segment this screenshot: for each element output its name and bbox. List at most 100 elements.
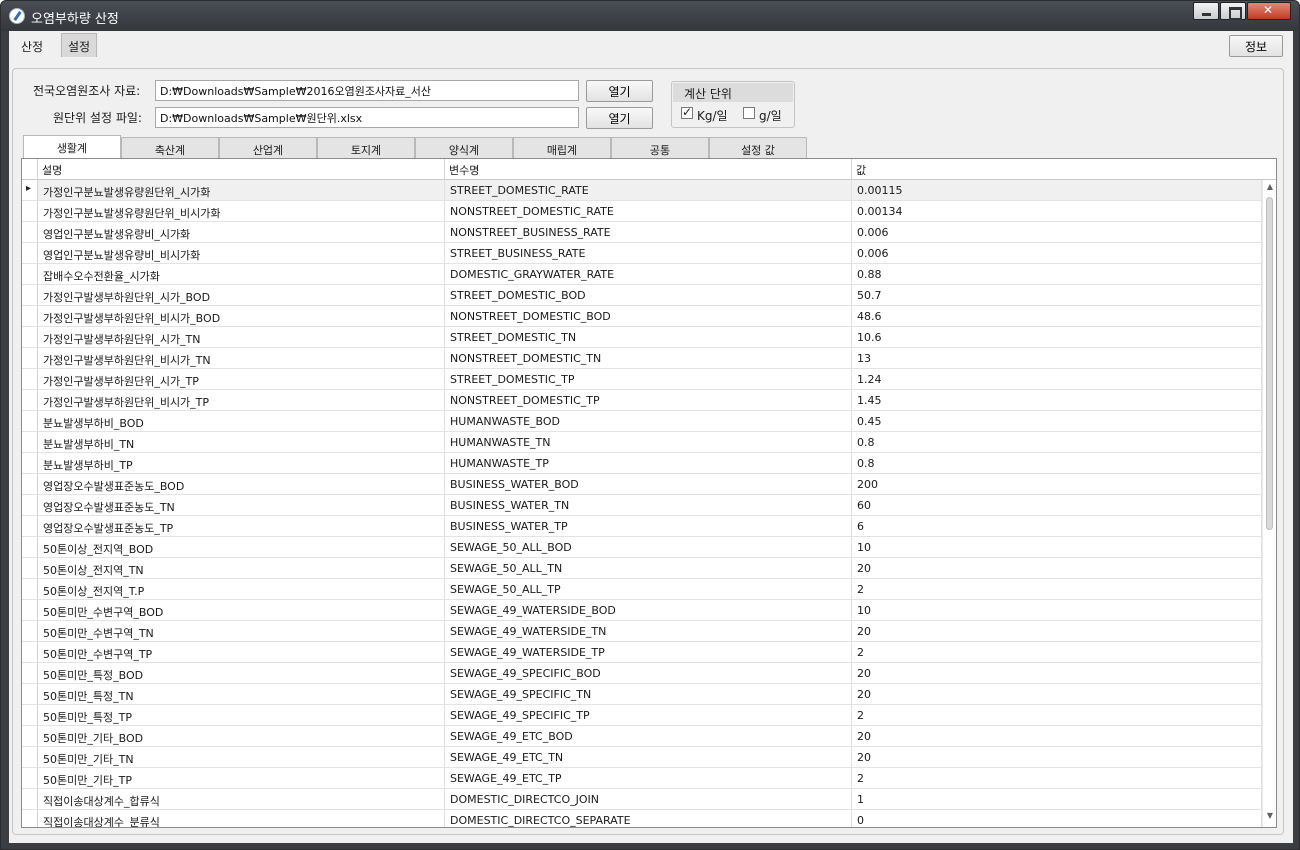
variable-name-cell[interactable]: SEWAGE_49_WATERSIDE_TP [445,642,852,662]
row-header[interactable] [22,663,38,683]
kg-per-day-checkbox[interactable] [681,105,693,119]
table-row[interactable]: 50톤이상_전지역_T.P SEWAGE_50_ALL_TP 2 [22,579,1262,600]
minimize-icon[interactable] [1193,2,1219,20]
value-cell[interactable]: 50.7 [852,285,1262,305]
variable-name-cell[interactable]: SEWAGE_49_SPECIFIC_BOD [445,663,852,683]
variable-name-cell[interactable]: NONSTREET_DOMESTIC_TP [445,390,852,410]
variable-name-cell[interactable]: NONSTREET_DOMESTIC_TN [445,348,852,368]
description-cell[interactable]: 가정인구분뇨발생유량원단위_시가화 [38,180,445,200]
row-header[interactable] [22,390,38,410]
row-header[interactable] [22,558,38,578]
description-cell[interactable]: 50톤미만_기타_BOD [38,726,445,746]
variable-name-cell[interactable]: SEWAGE_49_ETC_BOD [445,726,852,746]
description-cell[interactable]: 분뇨발생부하비_TP [38,453,445,473]
row-header[interactable] [22,327,38,347]
value-cell[interactable]: 20 [852,747,1262,767]
variable-name-cell[interactable]: NONSTREET_BUSINESS_RATE [445,222,852,242]
row-header[interactable] [22,705,38,725]
survey-data-path-field[interactable]: D:₩Downloads₩Sample₩2016오염원조사자료_서산 [155,80,579,101]
description-cell[interactable]: 영업장오수발생표준농도_BOD [38,474,445,494]
table-row[interactable]: 가정인구발생부하원단위_시가_BOD STREET_DOMESTIC_BOD 50.… [22,285,1262,306]
description-cell[interactable]: 가정인구발생부하원단위_비시가_TP [38,390,445,410]
table-row[interactable]: 50톤미만_특정_TP SEWAGE_49_SPECIFIC_TP 2 [22,705,1262,726]
row-header[interactable] [22,453,38,473]
table-row[interactable]: 50톤미만_기타_TN SEWAGE_49_ETC_TN 20 [22,747,1262,768]
description-cell[interactable]: 영업장오수발생표준농도_TN [38,495,445,515]
description-cell[interactable]: 직접이송대상계수_분류식 [38,810,445,827]
value-cell[interactable]: 20 [852,621,1262,641]
description-cell[interactable]: 영업인구분뇨발생유량비_비시가화 [38,243,445,263]
table-row[interactable]: 가정인구발생부하원단위_비시가_TN NONSTREET_DOMESTIC_TN 1… [22,348,1262,369]
row-header[interactable] [22,285,38,305]
variable-name-cell[interactable]: SEWAGE_49_SPECIFIC_TP [445,705,852,725]
description-cell[interactable]: 가정인구발생부하원단위_시가_BOD [38,285,445,305]
row-header[interactable] [22,768,38,788]
value-cell[interactable]: 1.45 [852,390,1262,410]
description-cell[interactable]: 가정인구발생부하원단위_비시가_BOD [38,306,445,326]
tab-livestock[interactable]: 축산계 [121,137,219,159]
value-cell[interactable]: 10 [852,537,1262,557]
row-header[interactable] [22,348,38,368]
table-row[interactable]: 직접이송대상계수_합류식 DOMESTIC_DIRECTCO_JOIN 1 [22,789,1262,810]
description-cell[interactable]: 50톤미만_수변구역_BOD [38,600,445,620]
table-row[interactable]: 직접이송대상계수_분류식 DOMESTIC_DIRECTCO_SEPARATE 0 [22,810,1262,827]
description-cell[interactable]: 50톤미만_수변구역_TP [38,642,445,662]
table-row[interactable]: 50톤이상_전지역_TN SEWAGE_50_ALL_TN 20 [22,558,1262,579]
variable-name-cell[interactable]: SEWAGE_49_ETC_TP [445,768,852,788]
value-cell[interactable]: 0.00115 [852,180,1262,200]
row-header[interactable] [22,201,38,221]
description-cell[interactable]: 잡배수오수전환율_시가화 [38,264,445,284]
value-cell[interactable]: 200 [852,474,1262,494]
table-row[interactable]: 50톤이상_전지역_BOD SEWAGE_50_ALL_BOD 10 [22,537,1262,558]
column-header-value[interactable]: 값 [852,159,1262,180]
value-cell[interactable]: 0.88 [852,264,1262,284]
table-row[interactable]: 가정인구분뇨발생유량원단위_시가화STREET_DOMESTIC_RATE0.0… [22,180,1262,201]
value-cell[interactable]: 20 [852,558,1262,578]
table-row[interactable]: 50톤미만_수변구역_BOD SEWAGE_49_WATERSIDE_BOD 10 [22,600,1262,621]
description-cell[interactable]: 가정인구분뇨발생유량원단위_비시가화 [38,201,445,221]
description-cell[interactable]: 영업장오수발생표준농도_TP [38,516,445,536]
description-cell[interactable]: 50톤미만_특정_TN [38,684,445,704]
value-cell[interactable]: 2 [852,579,1262,599]
column-header-variable[interactable]: 변수명 [445,159,852,180]
tab-landfill[interactable]: 매립계 [513,137,611,159]
value-cell[interactable]: 6 [852,516,1262,536]
table-row[interactable]: 영업인구분뇨발생유량비_비시가화 STREET_BUSINESS_RATE 0.00… [22,243,1262,264]
row-header[interactable] [22,621,38,641]
description-cell[interactable]: 가정인구발생부하원단위_비시가_TN [38,348,445,368]
scroll-up-icon[interactable]: ▲ [1263,182,1276,196]
tab-settings[interactable]: 설정 [61,33,98,57]
scroll-thumb[interactable] [1266,197,1273,530]
description-cell[interactable]: 50톤미만_특정_TP [38,705,445,725]
tab-aquaculture[interactable]: 양식계 [415,137,513,159]
unit-file-path-field[interactable]: D:₩Downloads₩Sample₩원단위.xlsx [155,107,579,128]
value-cell[interactable]: 10 [852,600,1262,620]
vertical-scrollbar[interactable]: ▲ ▼ [1262,180,1276,827]
value-cell[interactable]: 1 [852,789,1262,809]
value-cell[interactable]: 0.8 [852,432,1262,452]
description-cell[interactable]: 분뇨발생부하비_TN [38,432,445,452]
row-header[interactable] [22,537,38,557]
row-header[interactable] [22,495,38,515]
value-cell[interactable]: 2 [852,768,1262,788]
value-cell[interactable]: 60 [852,495,1262,515]
description-cell[interactable]: 가정인구발생부하원단위_시가_TN [38,327,445,347]
value-cell[interactable]: 0.8 [852,453,1262,473]
table-row[interactable]: 영업장오수발생표준농도_TN BUSINESS_WATER_TN 60 [22,495,1262,516]
variable-name-cell[interactable]: BUSINESS_WATER_TP [445,516,852,536]
row-header[interactable] [22,747,38,767]
value-cell[interactable]: 13 [852,348,1262,368]
row-header[interactable] [22,600,38,620]
variable-name-cell[interactable]: DOMESTIC_DIRECTCO_JOIN [445,789,852,809]
table-row[interactable]: 50톤미만_특정_BOD SEWAGE_49_SPECIFIC_BOD 20 [22,663,1262,684]
variable-name-cell[interactable]: SEWAGE_50_ALL_TN [445,558,852,578]
variable-name-cell[interactable]: NONSTREET_DOMESTIC_BOD [445,306,852,326]
value-cell[interactable]: 10.6 [852,327,1262,347]
row-header[interactable] [22,243,38,263]
value-cell[interactable]: 20 [852,663,1262,683]
value-cell[interactable]: 1.24 [852,369,1262,389]
info-button[interactable]: 정보 [1229,35,1283,57]
variable-name-cell[interactable]: BUSINESS_WATER_TN [445,495,852,515]
title-bar[interactable]: 오염부하량 산정 [1,1,1299,31]
row-header[interactable] [22,810,38,827]
